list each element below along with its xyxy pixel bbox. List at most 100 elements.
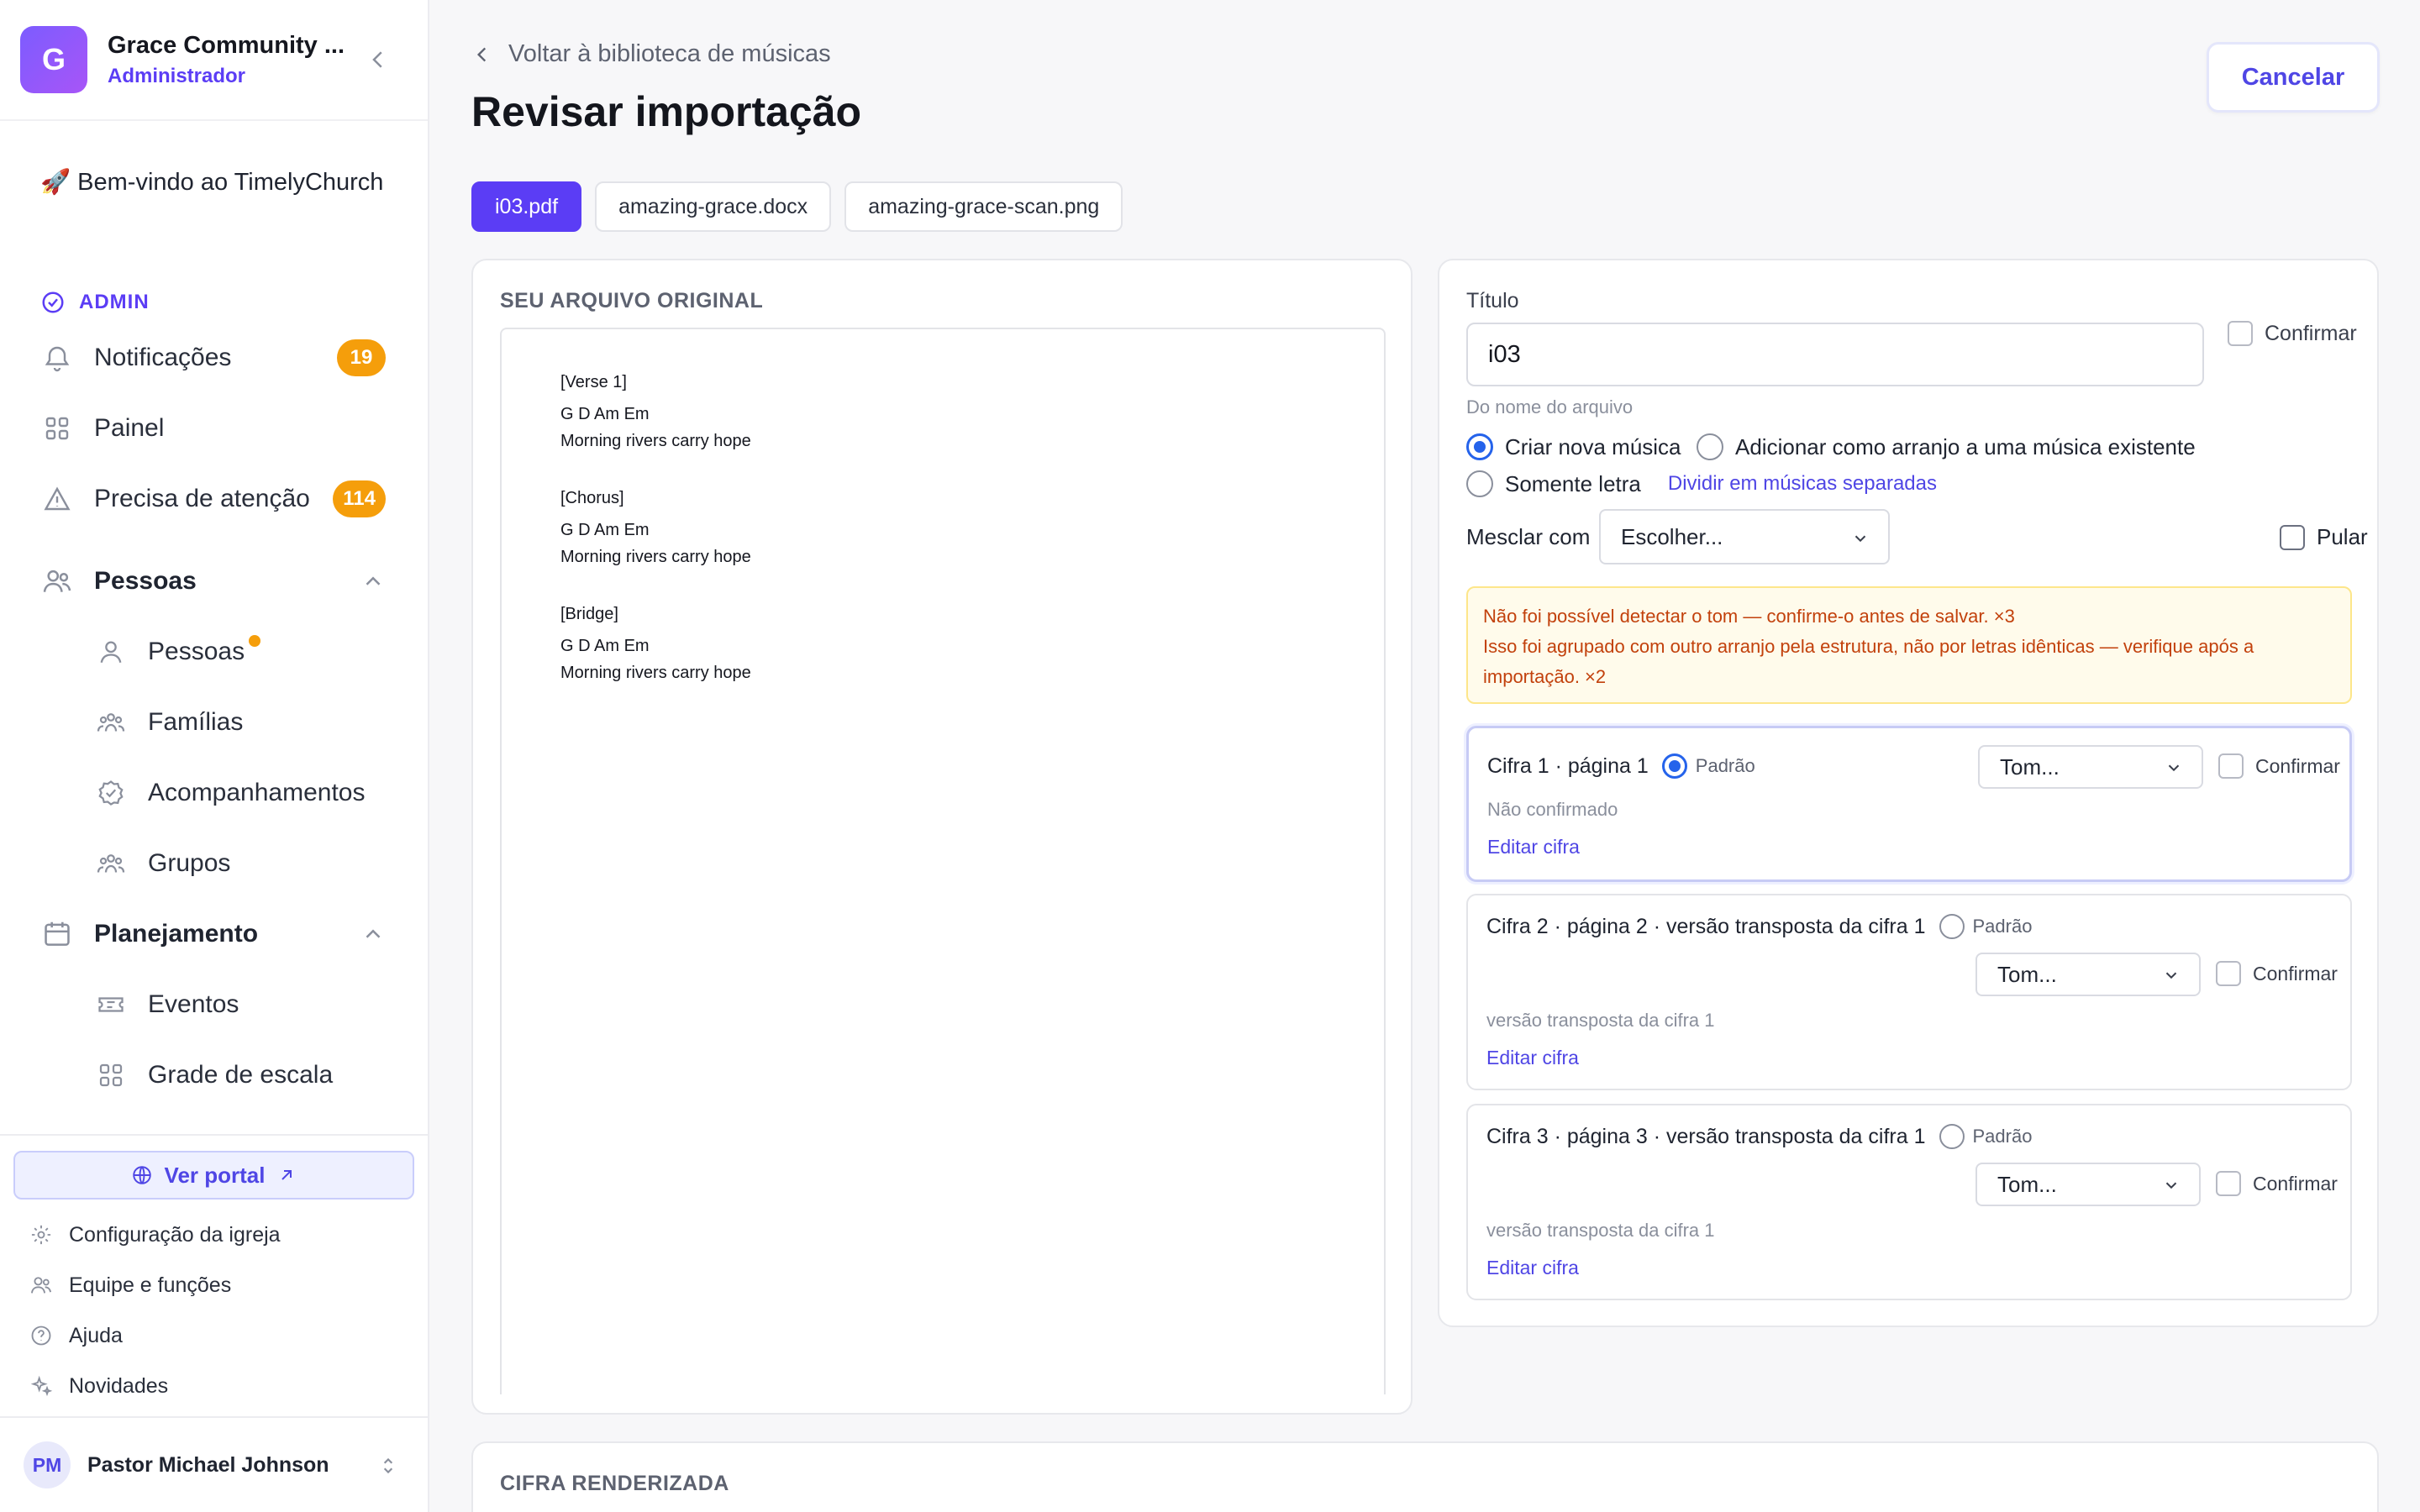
chord-chart-title: Cifra 2 · página 2 · versão transposta d… (1486, 914, 1926, 938)
confirm-chart-checkbox[interactable]: Confirmar (2216, 961, 2338, 986)
sidebar-item-church-settings[interactable]: Configuração da igreja (0, 1210, 428, 1260)
document-preview[interactable]: [Verse 1] G D Am Em Morning rivers carry… (500, 328, 1386, 1394)
doc-line: [Bridge] (560, 605, 618, 623)
checkbox[interactable] (2218, 753, 2244, 779)
family-icon (97, 713, 125, 732)
chord-chart-header: Cifra 1 · página 1 Padrão (1487, 753, 1755, 779)
sidebar-item-help[interactable]: Ajuda (0, 1310, 428, 1361)
default-radio[interactable] (1661, 753, 1687, 779)
file-tab-amazing-grace-docx[interactable]: amazing-grace.docx (595, 181, 832, 232)
sidebar-item-label: Famílias (148, 708, 244, 736)
radio-add-arrangement[interactable]: Adicionar como arranjo a uma música exis… (1697, 433, 2196, 460)
title-input[interactable]: i03 (1466, 323, 2204, 386)
default-radio[interactable] (1939, 914, 1965, 939)
sidebar-item-notifications[interactable]: Notificações 19 (0, 323, 428, 393)
checkbox[interactable] (2228, 321, 2253, 346)
chevron-up-icon[interactable] (360, 569, 386, 594)
confirm-chart-checkbox[interactable]: Confirmar (2216, 1171, 2338, 1196)
radio-create-new-song[interactable]: Criar nova música (1466, 433, 1681, 460)
radio-button[interactable] (1697, 433, 1723, 460)
skip-checkbox[interactable]: Pular (2280, 524, 2368, 550)
app: G Grace Community ... Administrador 🚀 Be… (0, 0, 2420, 1512)
back-link[interactable]: Voltar à biblioteca de músicas (471, 40, 831, 68)
doc-line: [Verse 1] (560, 373, 627, 391)
sidebar-item-label: Acompanhamentos (148, 779, 366, 806)
sidebar-item-events[interactable]: Eventos (0, 969, 428, 1040)
doc-line: G D Am Em (560, 637, 650, 655)
nav-section-admin: ADMIN (0, 282, 428, 323)
sidebar-item-attention[interactable]: Precisa de atenção 114 (0, 464, 428, 534)
sidebar-item-people[interactable]: Pessoas (0, 617, 428, 687)
file-tab-amazing-grace-scan[interactable]: amazing-grace-scan.png (844, 181, 1123, 232)
title-hint: Do nome do arquivo (1466, 396, 1634, 417)
radio-button[interactable] (1466, 433, 1493, 460)
sidebar-item-label: Painel (94, 414, 165, 442)
merge-select[interactable]: Escolher... (1599, 509, 1890, 564)
edit-chart-link[interactable]: Editar cifra (1487, 836, 1580, 858)
confirm-title-checkbox[interactable]: Confirmar (2228, 321, 2357, 346)
doc-line: G D Am Em (560, 521, 650, 539)
sidebar-item-team-roles[interactable]: Equipe e funções (0, 1260, 428, 1310)
key-select[interactable]: Tom... (1978, 745, 2203, 789)
sidebar-item-families[interactable]: Famílias (0, 687, 428, 758)
key-select[interactable]: Tom... (1975, 1163, 2201, 1206)
default-radio[interactable] (1939, 1124, 1965, 1149)
cancel-button[interactable]: Cancelar (2207, 42, 2380, 113)
default-label: Padrão (1972, 916, 2033, 937)
checkbox[interactable] (2216, 961, 2241, 986)
chord-chart-card: Cifra 2 · página 2 · versão transposta d… (1466, 894, 2352, 1090)
sidebar-item-whats-new[interactable]: Novidades (0, 1361, 428, 1411)
org-name: Grace Community ... (108, 31, 345, 59)
chord-chart-header: Cifra 2 · página 2 · versão transposta d… (1486, 914, 2032, 939)
original-file-card: SEU ARQUIVO ORIGINAL [Verse 1] G D Am Em… (471, 259, 1413, 1415)
help-circle-icon (31, 1326, 51, 1346)
badge-check-icon (98, 780, 124, 806)
radio-lyrics-only[interactable]: Somente letra Dividir em músicas separad… (1466, 470, 1937, 497)
split-songs-link[interactable]: Dividir em músicas separadas (1668, 472, 1937, 496)
welcome-text: 🚀 Bem-vindo ao TimelyChurch (40, 169, 384, 196)
sidebar-group-planning[interactable]: Planejamento (0, 899, 428, 969)
calendar-icon (45, 921, 70, 946)
sidebar-group-people[interactable]: Pessoas (0, 546, 428, 617)
org-switcher[interactable]: G Grace Community ... Administrador (0, 0, 428, 121)
file-tab-i03[interactable]: i03.pdf (471, 181, 582, 232)
group-icon (97, 854, 125, 873)
sidebar-item-label: Precisa de atenção (94, 485, 310, 512)
main-content: Voltar à biblioteca de músicas Revisar i… (429, 0, 2420, 1512)
sidebar-item-groups[interactable]: Grupos (0, 828, 428, 899)
new-indicator-dot (249, 635, 260, 647)
view-portal-button[interactable]: Ver portal (13, 1151, 414, 1200)
checkbox[interactable] (2216, 1171, 2241, 1196)
import-form-card: Título i03 Confirmar Do nome do arquivo … (1438, 259, 2379, 1327)
chevron-up-down-icon (383, 1457, 393, 1474)
user-menu[interactable]: PM Pastor Michael Johnson (0, 1416, 428, 1512)
sparkles-icon (30, 1375, 53, 1397)
user-name: Pastor Michael Johnson (87, 1452, 329, 1477)
doc-line: Morning rivers carry hope (560, 432, 751, 450)
sidebar-item-label: Notificações (94, 344, 232, 371)
edit-chart-link[interactable]: Editar cifra (1486, 1047, 1579, 1069)
sidebar-group-label: Planejamento (94, 920, 259, 948)
chevron-up-icon[interactable] (360, 921, 386, 947)
sidebar-item-label: Grupos (148, 849, 231, 877)
edit-chart-link[interactable]: Editar cifra (1486, 1257, 1579, 1279)
original-file-heading: SEU ARQUIVO ORIGINAL (500, 289, 764, 312)
key-select[interactable]: Tom... (1975, 953, 2201, 996)
confirm-chart-checkbox[interactable]: Confirmar (2218, 753, 2340, 779)
chevron-left-icon[interactable] (366, 47, 391, 72)
sidebar: G Grace Community ... Administrador 🚀 Be… (0, 0, 429, 1512)
warning-message: Isso foi agrupado com outro arranjo pela… (1483, 636, 2254, 687)
check-circle-icon (42, 291, 64, 313)
merge-label: Mesclar com (1466, 524, 1591, 549)
org-role: Administrador (108, 64, 246, 87)
checkbox[interactable] (2280, 524, 2305, 550)
radio-button[interactable] (1466, 470, 1493, 497)
sidebar-item-followups[interactable]: Acompanhamentos (0, 758, 428, 828)
chevron-left-icon (476, 47, 487, 61)
sidebar-item-schedule-grid[interactable]: Grade de escala (0, 1040, 428, 1110)
chevron-down-icon (2168, 764, 2180, 772)
doc-line: [Chorus] (560, 489, 624, 507)
sidebar-item-dashboard[interactable]: Painel (0, 393, 428, 464)
sidebar-group-label: Pessoas (94, 567, 197, 595)
gear-icon (31, 1225, 51, 1245)
